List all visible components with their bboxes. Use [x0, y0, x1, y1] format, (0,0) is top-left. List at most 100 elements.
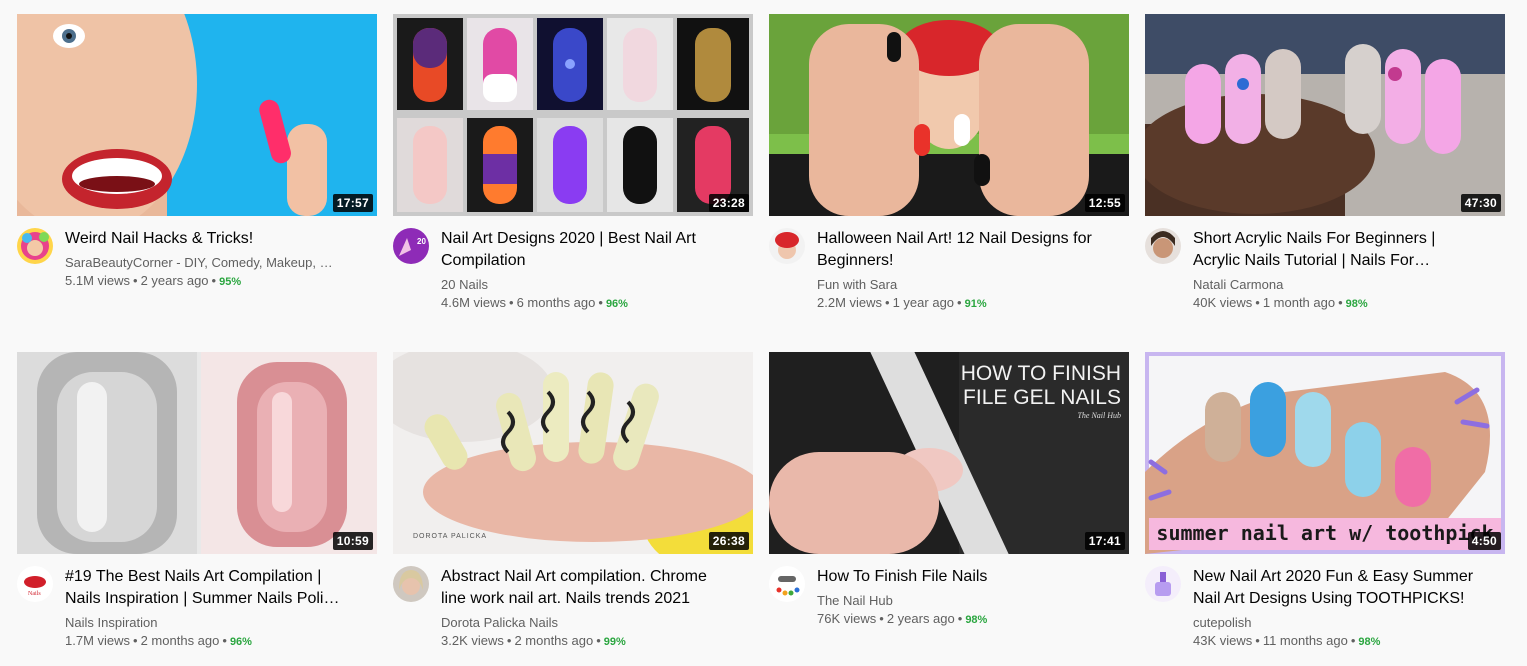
video-card[interactable]: DOROTA PALICKA 26:38 Abstract Nail Art c… [393, 352, 753, 651]
channel-avatar[interactable] [769, 228, 805, 264]
thumbnail-image: HOW TO FINISH FILE GEL NAILS The Nail Hu… [769, 352, 1129, 554]
video-card[interactable]: summer nail art w/ toothpick 4:50 New Na… [1145, 352, 1505, 651]
view-count: 4.6M views [441, 295, 507, 310]
video-title[interactable]: Nail Art Designs 2020 | Best Nail Art Co… [441, 228, 733, 272]
avatar-image [1145, 228, 1181, 264]
video-stats: 1.7M views • 2 months ago • 96% [65, 632, 357, 651]
separator: • [1255, 295, 1260, 310]
avatar-image [769, 228, 805, 264]
channel-avatar[interactable] [1145, 566, 1181, 602]
upload-age: 1 year ago [892, 295, 955, 310]
separator: • [879, 611, 884, 626]
video-card[interactable]: HOW TO FINISH FILE GEL NAILS The Nail Hu… [769, 352, 1129, 629]
separator: • [222, 633, 227, 648]
channel-name[interactable]: cutepolish [1193, 614, 1485, 632]
thumbnail-brand: The Nail Hub [1077, 411, 1121, 420]
thumbnail-image: summer nail art w/ toothpick [1145, 352, 1505, 554]
channel-name[interactable]: The Nail Hub [817, 592, 1109, 610]
video-duration: 23:28 [708, 194, 749, 212]
separator: • [596, 633, 601, 648]
view-count: 76K views [817, 611, 877, 626]
separator: • [957, 611, 963, 626]
video-title[interactable]: #19 The Best Nails Art Compilation | Nai… [65, 566, 357, 610]
separator: • [509, 295, 514, 310]
video-card[interactable]: 17:57 Weird Nail Hacks & Tricks! SaraBea… [17, 14, 377, 291]
video-thumbnail[interactable]: summer nail art w/ toothpick 4:50 [1145, 352, 1505, 554]
video-title[interactable]: Halloween Nail Art! 12 Nail Designs for … [817, 228, 1109, 272]
video-duration: 10:59 [332, 532, 373, 550]
avatar-text: 20 [417, 237, 426, 246]
video-title[interactable]: How To Finish File Nails [817, 566, 1109, 588]
video-title[interactable]: New Nail Art 2020 Fun & Easy Summer Nail… [1193, 566, 1485, 610]
separator: • [1350, 633, 1356, 648]
separator: • [133, 633, 138, 648]
channel-name[interactable]: Dorota Palicka Nails [441, 614, 733, 632]
thumbnail-banner: summer nail art w/ toothpick [1156, 521, 1493, 545]
thumbnail-image [17, 352, 377, 554]
channel-name[interactable]: Fun with Sara [817, 276, 1109, 294]
video-thumbnail[interactable]: 10:59 [17, 352, 377, 554]
video-card[interactable]: 10:59 Nails #19 The Best Nails Art Compi… [17, 352, 377, 651]
video-thumbnail[interactable]: HOW TO FINISH FILE GEL NAILS The Nail Hu… [769, 352, 1129, 554]
avatar-image: 20 [393, 228, 429, 264]
video-stats: 3.2K views • 2 months ago • 99% [441, 632, 733, 651]
video-duration: 12:55 [1084, 194, 1125, 212]
channel-avatar[interactable] [1145, 228, 1181, 264]
separator: • [506, 633, 512, 648]
thumbnail-image: DOROTA PALICKA [393, 352, 753, 554]
channel-avatar[interactable] [17, 228, 53, 264]
separator: • [133, 273, 138, 288]
separator: • [1255, 633, 1260, 648]
separator: • [598, 295, 603, 310]
channel-avatar[interactable]: Nails [17, 566, 53, 602]
separator: • [1338, 295, 1343, 310]
like-rating: 99% [603, 636, 626, 648]
avatar-text: Nails [28, 591, 41, 597]
upload-age: 11 months ago [1262, 633, 1348, 648]
like-rating: 98% [965, 614, 988, 626]
video-stats: 76K views • 2 years ago • 98% [817, 610, 1109, 629]
video-duration: 17:57 [332, 194, 373, 212]
channel-avatar[interactable] [769, 566, 805, 602]
channel-avatar[interactable] [393, 566, 429, 602]
channel-name[interactable]: Natali Carmona [1193, 276, 1485, 294]
thumbnail-headline-2: FILE GEL NAILS [963, 386, 1121, 409]
separator: • [211, 273, 217, 288]
video-card[interactable]: 23:28 20 Nail Art Designs 2020 | Best Na… [393, 14, 753, 313]
channel-name[interactable]: 20 Nails [441, 276, 733, 294]
video-title[interactable]: Short Acrylic Nails For Beginners | Acry… [1193, 228, 1485, 272]
video-title[interactable]: Abstract Nail Art compilation. Chrome li… [441, 566, 733, 610]
video-title[interactable]: Weird Nail Hacks & Tricks! [65, 228, 357, 250]
video-duration: 47:30 [1460, 194, 1501, 212]
video-card[interactable]: 12:55 Halloween Nail Art! 12 Nail Design… [769, 14, 1129, 313]
channel-name[interactable]: SaraBeautyCorner - DIY, Comedy, Makeup, … [65, 254, 357, 272]
like-rating: 98% [1345, 298, 1368, 310]
video-grid: 17:57 Weird Nail Hacks & Tricks! SaraBea… [0, 0, 1527, 666]
video-duration: 4:50 [1467, 532, 1501, 550]
video-stats: 4.6M views • 6 months ago • 96% [441, 294, 733, 313]
separator: • [957, 295, 962, 310]
video-thumbnail[interactable]: 12:55 [769, 14, 1129, 216]
video-thumbnail[interactable]: 17:57 [17, 14, 377, 216]
separator: • [885, 295, 890, 310]
thumbnail-headline-1: HOW TO FINISH [961, 362, 1121, 385]
view-count: 1.7M views [65, 633, 131, 648]
video-thumbnail[interactable]: DOROTA PALICKA 26:38 [393, 352, 753, 554]
upload-age: 2 years ago [886, 611, 955, 626]
like-rating: 96% [605, 298, 628, 310]
dorota-logo-text: DOROTA PALICKA [413, 533, 487, 540]
video-thumbnail[interactable]: 47:30 [1145, 14, 1505, 216]
upload-age: 2 months ago [140, 633, 220, 648]
avatar-image [393, 566, 429, 602]
video-stats: 2.2M views • 1 year ago • 91% [817, 294, 1109, 313]
upload-age: 2 years ago [140, 273, 209, 288]
avatar-image: Nails [17, 566, 53, 602]
channel-name[interactable]: Nails Inspiration [65, 614, 357, 632]
video-card[interactable]: 47:30 Short Acrylic Nails For Beginners … [1145, 14, 1505, 313]
video-stats: 5.1M views • 2 years ago • 95% [65, 272, 357, 291]
upload-age: 6 months ago [516, 295, 596, 310]
video-stats: 43K views • 11 months ago • 98% [1193, 632, 1485, 651]
channel-avatar[interactable]: 20 [393, 228, 429, 264]
video-thumbnail[interactable]: 23:28 [393, 14, 753, 216]
thumbnail-image [769, 14, 1129, 216]
